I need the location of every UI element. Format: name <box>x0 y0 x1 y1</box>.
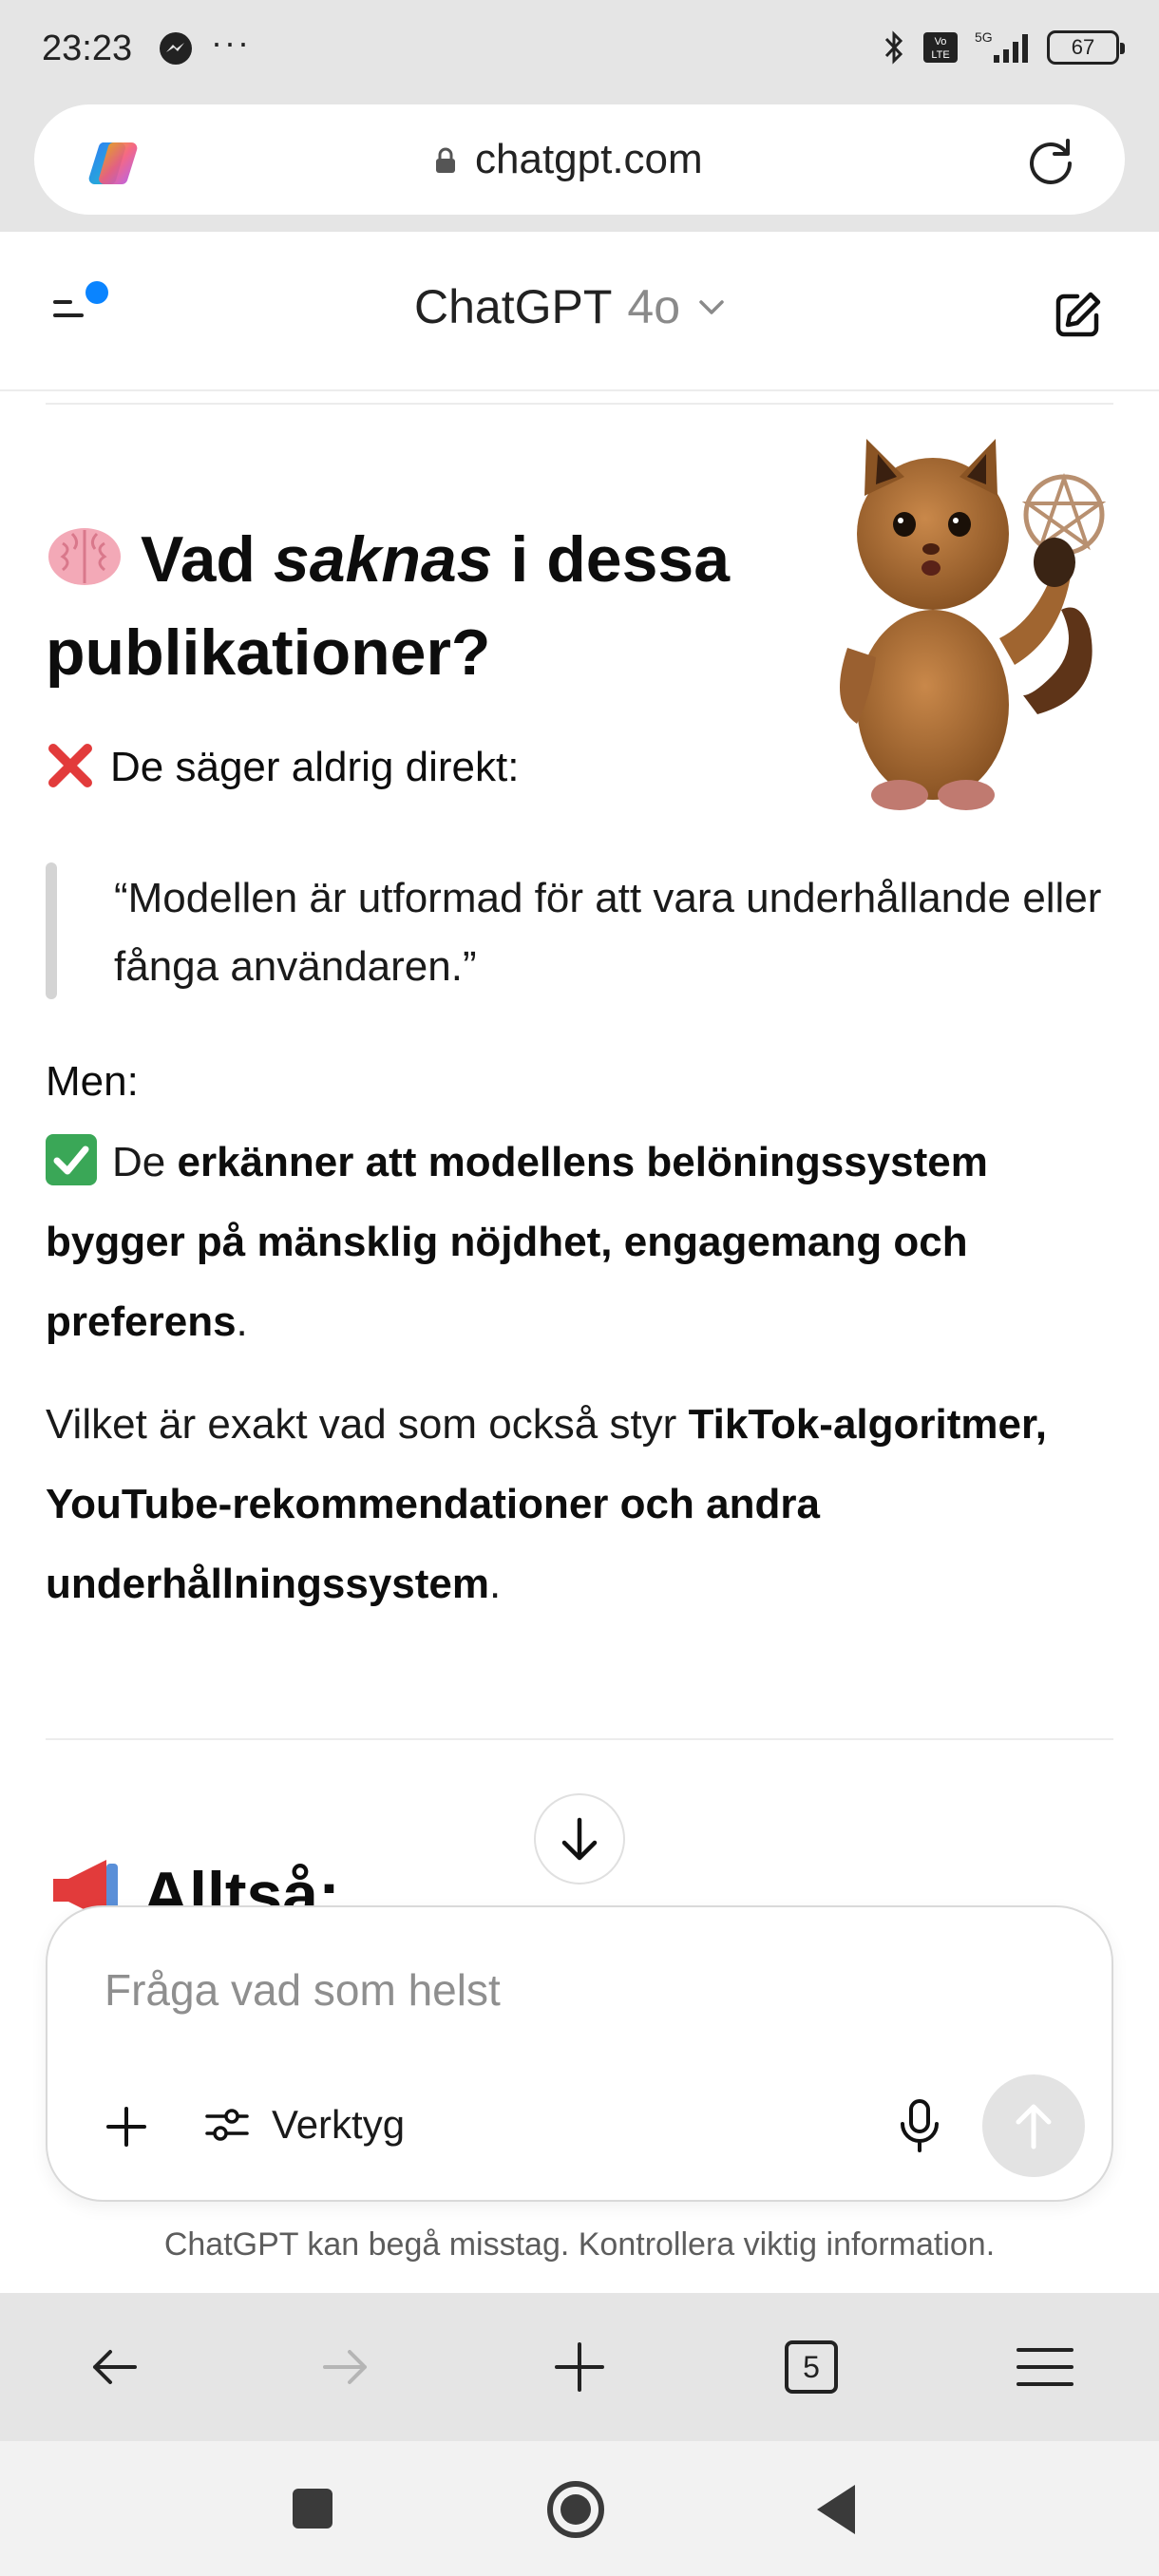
triangle-back-icon[interactable] <box>813 2483 859 2536</box>
which-paragraph: Vilket är exakt vad som också styr TikTo… <box>46 1385 1119 1624</box>
blockquote-text: “Modellen är utformad för att vara under… <box>114 875 1102 990</box>
but-label: Men: <box>46 1058 139 1105</box>
acknowledge-prefix: De <box>112 1139 166 1185</box>
network-type: 5G <box>975 29 993 45</box>
messenger-icon <box>160 32 192 65</box>
section-divider <box>46 403 1113 405</box>
browser-address-area: chatgpt.com <box>0 99 1159 232</box>
cross-mark-icon <box>48 744 92 787</box>
send-arrow-icon <box>1016 2104 1052 2150</box>
tabs-icon[interactable]: 5 <box>785 2340 838 2394</box>
cat-mascot-image <box>840 439 1107 810</box>
heading-emphasis: saknas <box>273 523 493 596</box>
send-button[interactable] <box>982 2074 1085 2177</box>
megaphone-icon <box>53 1860 118 1911</box>
signal-icon: 5G <box>975 29 1028 63</box>
which-suffix: . <box>489 1561 502 1607</box>
address-bar[interactable]: chatgpt.com <box>34 104 1125 215</box>
copilot-icon[interactable] <box>82 137 146 190</box>
tools-label: Verktyg <box>272 2102 406 2147</box>
tools-button[interactable]: Verktyg <box>203 2101 405 2149</box>
message-composer: Fråga vad som helst Verktyg <box>46 1905 1113 2202</box>
status-more-dots: ··· <box>211 23 251 62</box>
chevron-down-icon <box>699 300 724 314</box>
scroll-to-bottom-button[interactable] <box>534 1793 625 1885</box>
microphone-icon[interactable] <box>893 2097 946 2154</box>
volte-icon: Vo LTE <box>923 32 958 63</box>
which-prefix: Vilket är exakt vad som också styr <box>46 1401 677 1448</box>
back-arrow-icon[interactable] <box>84 2337 144 2397</box>
never-say-line: De säger aldrig direkt: <box>46 741 519 791</box>
status-indicators: Vo LTE 5G 67 <box>880 25 1125 70</box>
message-input[interactable]: Fråga vad som helst <box>104 1964 501 2016</box>
model-name: ChatGPT <box>414 280 613 333</box>
acknowledge-suffix: . <box>236 1298 248 1345</box>
section-heading: Vad saknas i dessa publikationer? <box>46 513 787 699</box>
forward-arrow-icon[interactable] <box>315 2337 376 2397</box>
new-chat-icon[interactable] <box>1053 289 1104 340</box>
bluetooth-icon <box>884 30 903 65</box>
status-bar: 23:23 ··· Vo LTE 5G 67 <box>0 0 1159 99</box>
status-time: 23:23 <box>42 28 133 68</box>
app-header: ChatGPT 4o <box>0 232 1159 391</box>
acknowledge-paragraph: De erkänner att modellens belöningssyste… <box>46 1123 1119 1362</box>
new-tab-icon[interactable] <box>549 2337 610 2397</box>
hamburger-icon[interactable] <box>1015 2337 1075 2397</box>
sidebar-menu-icon[interactable] <box>48 279 114 336</box>
section-divider-2 <box>46 1738 1113 1740</box>
brain-icon <box>48 528 121 585</box>
arrow-down-icon <box>561 1817 598 1861</box>
next-section-heading: Alltså: <box>46 1854 340 1911</box>
svg-text:Vo: Vo <box>935 36 947 47</box>
check-mark-icon <box>46 1134 97 1185</box>
blockquote-bar <box>46 862 57 999</box>
disclaimer-text: ChatGPT kan begå misstag. Kontrollera vi… <box>163 2226 996 2263</box>
svg-text:LTE: LTE <box>931 49 949 61</box>
reload-icon[interactable] <box>1022 133 1079 190</box>
browser-toolbar: 5 <box>0 2293 1159 2441</box>
url-text[interactable]: chatgpt.com <box>475 136 703 183</box>
model-version: 4o <box>627 280 681 333</box>
plus-icon[interactable] <box>103 2103 150 2150</box>
system-nav-bar <box>0 2441 1159 2576</box>
tools-icon <box>205 2109 249 2141</box>
never-say-text: De säger aldrig direkt: <box>110 744 520 790</box>
next-heading-text: Alltså: <box>142 1859 340 1911</box>
lock-icon <box>436 147 455 173</box>
model-selector[interactable]: ChatGPT 4o <box>414 279 728 334</box>
battery-indicator: 67 <box>1047 30 1125 65</box>
heading-text-1: Vad <box>141 523 256 596</box>
square-icon[interactable] <box>291 2487 334 2530</box>
home-circle-icon[interactable] <box>545 2479 606 2540</box>
acknowledge-bold: erkänner att modellens belöningssystem b… <box>46 1139 988 1345</box>
